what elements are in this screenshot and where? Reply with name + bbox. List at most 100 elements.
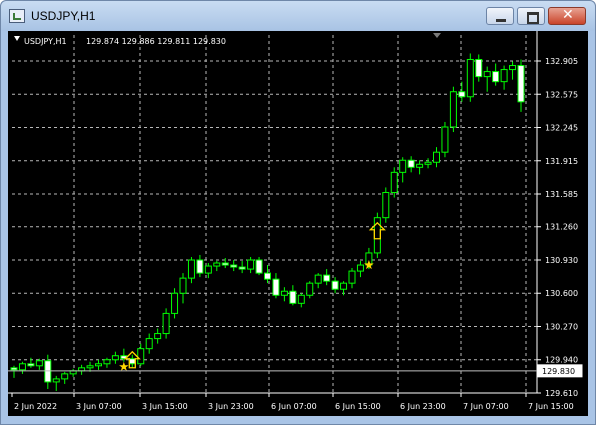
time-label: 6 Jun 07:00 — [271, 402, 317, 411]
candle-body-up — [145, 338, 153, 350]
candle-body-up — [18, 363, 26, 371]
candle-body-down — [255, 259, 263, 274]
candle-body-up — [483, 71, 491, 78]
candle-body-down — [272, 278, 280, 296]
price-label: 131.915 — [545, 157, 578, 166]
candle-body-down — [44, 360, 52, 383]
candle — [171, 288, 179, 319]
candle-body-down — [289, 290, 297, 304]
candle — [95, 359, 102, 370]
candle — [433, 147, 440, 168]
time-label: 3 Jun 07:00 — [76, 402, 122, 411]
price-chart[interactable]: 132.905 132.575 132.245 131.915 131.585 131.2… — [8, 31, 588, 416]
candle-body-up — [247, 259, 255, 270]
candle — [297, 293, 305, 308]
candle-body-up — [340, 282, 348, 290]
candle-body-up — [306, 282, 314, 296]
candle — [247, 256, 255, 274]
candle — [27, 357, 35, 368]
candle-body-up — [348, 270, 356, 284]
chart-shift-icon[interactable] — [433, 33, 441, 38]
candle — [492, 63, 500, 86]
candle-body-up — [137, 348, 145, 365]
candle — [399, 157, 407, 183]
candle — [221, 257, 229, 269]
price-label: 132.575 — [545, 90, 578, 99]
candle — [314, 273, 322, 289]
candle — [52, 375, 60, 391]
candle — [86, 361, 94, 372]
candle — [289, 285, 297, 306]
candle-body-up — [433, 151, 440, 163]
candle — [78, 364, 86, 375]
chart-menu-icon[interactable] — [14, 36, 20, 41]
price-label: 129.940 — [545, 356, 578, 365]
candle-body-down — [475, 58, 483, 78]
candle — [306, 281, 314, 299]
candle — [196, 254, 204, 278]
price-label: 130.930 — [545, 256, 578, 265]
candle — [187, 256, 195, 284]
trade-markers — [119, 221, 386, 371]
chart-window: USDJPY,H1 ✕ 132.905 132.575 132.245 131.915… — [0, 0, 596, 425]
candle — [10, 365, 18, 378]
time-label: 7 Jun 07:00 — [463, 402, 509, 411]
candle-body-up — [61, 373, 69, 380]
candle — [128, 354, 136, 368]
candle-body-down — [492, 71, 500, 83]
price-label: 130.270 — [545, 322, 578, 331]
candle — [449, 86, 457, 133]
candle — [280, 287, 288, 302]
price-label: 129.610 — [545, 389, 578, 398]
candle — [137, 343, 145, 366]
candle — [424, 158, 432, 169]
candle-body-down — [458, 91, 466, 98]
candle — [407, 156, 415, 173]
candle-body-down — [517, 65, 525, 103]
candle — [331, 277, 339, 294]
chart-canvas[interactable]: 132.905 132.575 132.245 131.915 131.585 131.2… — [8, 31, 588, 416]
candle-body-up — [280, 290, 288, 296]
time-label: 6 Jun 23:00 — [400, 402, 446, 411]
chart-ohlc-label: 129.874 129.886 129.811 129.830 — [86, 37, 226, 46]
candle-body-down — [323, 274, 331, 282]
candle-body-up — [111, 355, 119, 361]
candle-body-up — [297, 294, 305, 304]
price-label: 131.585 — [545, 190, 578, 199]
close-button[interactable]: ✕ — [548, 7, 586, 25]
candle-body-up — [382, 191, 390, 219]
candle-body-up — [213, 262, 221, 267]
candle-body-down — [238, 266, 246, 270]
candle-body-up — [103, 359, 111, 365]
minimize-icon — [496, 19, 506, 22]
time-label: 3 Jun 15:00 — [142, 402, 188, 411]
maximize-button[interactable] — [517, 7, 545, 25]
candle — [162, 308, 170, 339]
candle-body-up — [399, 159, 407, 173]
candle — [103, 357, 111, 368]
candle-body-up — [154, 333, 162, 340]
candle — [483, 66, 491, 92]
candle — [272, 273, 280, 299]
title-bar[interactable]: USDJPY,H1 ✕ — [1, 1, 595, 31]
candle-body-up — [95, 363, 102, 367]
candle-body-up — [466, 58, 474, 98]
candle-body-down — [27, 363, 35, 367]
minimize-button[interactable] — [486, 7, 514, 25]
candle — [356, 261, 364, 278]
chart-window-icon — [9, 9, 25, 23]
candle — [382, 187, 390, 223]
candle-body-up — [187, 259, 195, 279]
candles — [10, 53, 525, 391]
candle — [111, 351, 119, 364]
candle-body-down — [230, 264, 238, 268]
candle — [416, 160, 424, 175]
candle — [255, 256, 263, 276]
candle-body-up — [424, 161, 432, 165]
candle-body-down — [221, 262, 229, 266]
maximize-icon — [527, 12, 539, 24]
candle-body-down — [331, 280, 339, 290]
chart-symbol-label: USDJPY,H1 — [24, 37, 67, 46]
candle-body-down — [10, 367, 18, 371]
candle — [348, 268, 356, 289]
